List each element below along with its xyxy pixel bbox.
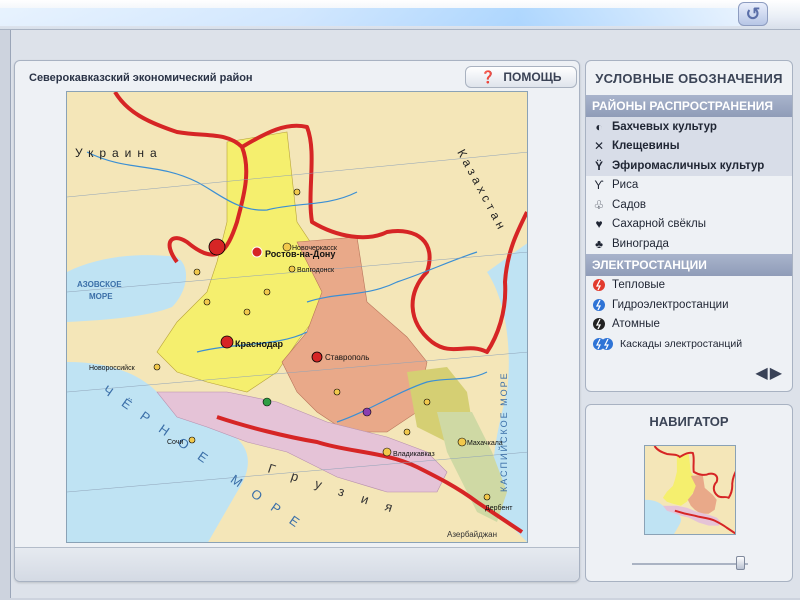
rice-icon: ϒ bbox=[594, 178, 604, 193]
arrow-right-icon[interactable]: ▶ bbox=[770, 363, 782, 383]
svg-text:Дербент: Дербент bbox=[485, 504, 513, 512]
svg-text:Ставрополь: Ставрополь bbox=[325, 353, 369, 362]
legend-item-castor[interactable]: ✕ Клещевины bbox=[586, 136, 792, 156]
legend-item-orchard[interactable]: ♧ Садов bbox=[586, 195, 792, 215]
help-button[interactable]: ❓ ПОМОЩЬ bbox=[465, 66, 577, 88]
power-section-header: ЭЛЕКТРОСТАНЦИИ bbox=[586, 253, 792, 276]
legend-item-nuclear[interactable]: Атомные bbox=[586, 315, 792, 335]
map-footer-bar bbox=[15, 547, 579, 581]
country-azerbaijan: Азербайджан bbox=[447, 530, 497, 539]
sugar-beet-icon: ♥ bbox=[595, 217, 603, 232]
grape-icon: ♣ bbox=[595, 236, 603, 251]
nuclear-plant-icon bbox=[592, 317, 606, 331]
undo-icon: ↺ bbox=[745, 3, 761, 24]
legend-item-grape[interactable]: ♣ Винограда bbox=[586, 234, 792, 254]
question-icon: ❓ bbox=[480, 70, 496, 84]
mini-map bbox=[645, 446, 735, 534]
castor-icon: ✕ bbox=[593, 139, 605, 154]
zoom-slider-track[interactable] bbox=[632, 563, 748, 565]
svg-text:Сочи: Сочи bbox=[167, 439, 183, 446]
legend-item-sugar-beet[interactable]: ♥ Сахарной свёклы bbox=[586, 215, 792, 235]
panel-title: Северокавказский экономический район bbox=[29, 72, 253, 84]
region-map: Украина Казахстан Грузия Азербайджан АЗО… bbox=[67, 92, 527, 542]
areas-section-header: РАЙОНЫ РАСПРОСТРАНЕНИЯ bbox=[586, 95, 792, 117]
country-ukraine: Украина bbox=[75, 146, 163, 160]
orchard-icon: ♧ bbox=[593, 197, 605, 212]
arrow-left-icon[interactable]: ◀ bbox=[755, 363, 767, 383]
navigator-panel: НАВИГАТОР bbox=[585, 404, 793, 582]
legend-item-rice[interactable]: ϒ Риса bbox=[586, 176, 792, 196]
svg-text:Махачкала: Махачкала bbox=[467, 440, 503, 447]
svg-text:Владикавказ: Владикавказ bbox=[393, 451, 435, 458]
svg-text:МОРЕ: МОРЕ bbox=[89, 292, 113, 301]
thermal-plant-icon bbox=[592, 278, 606, 292]
back-button[interactable]: ↺ bbox=[738, 2, 768, 26]
hydro-plant-icon bbox=[592, 298, 606, 312]
help-label: ПОМОЩЬ bbox=[503, 70, 562, 84]
legend-nav: ◀ ▶ bbox=[755, 363, 782, 383]
top-bar-glow bbox=[0, 8, 740, 26]
top-bar: ↺ bbox=[0, 0, 800, 30]
sea-caspian: КАСПИЙСКОЕ МОРЕ bbox=[498, 371, 509, 492]
map-panel: Северокавказский экономический район ❓ П… bbox=[14, 60, 580, 582]
svg-text:Новороссийск: Новороссийск bbox=[89, 364, 136, 372]
zoom-slider-handle[interactable] bbox=[736, 556, 745, 570]
navigator-title: НАВИГАТОР bbox=[649, 413, 729, 429]
cascade-icon bbox=[592, 337, 614, 351]
legend-item-essential-oil[interactable]: Ÿ Эфиромасличных культур bbox=[586, 156, 792, 176]
legend-item-melon[interactable]: ◐ Бахчевых культур bbox=[586, 117, 792, 137]
legend-item-hydro[interactable]: Гидроэлектростанции bbox=[586, 295, 792, 315]
map-view[interactable]: Украина Казахстан Грузия Азербайджан АЗО… bbox=[66, 91, 528, 543]
legend-title: УСЛОВНЫЕ ОБОЗНАЧЕНИЯ bbox=[595, 70, 783, 86]
essential-oil-icon: Ÿ bbox=[594, 158, 603, 173]
sea-azov: АЗОВСКОЕ bbox=[77, 280, 122, 289]
svg-text:Волгодонск: Волгодонск bbox=[297, 267, 335, 274]
legend-panel: УСЛОВНЫЕ ОБОЗНАЧЕНИЯ РАЙОНЫ РАСПРОСТРАНЕ… bbox=[585, 60, 793, 392]
legend-item-cascade[interactable]: Каскады электростанций bbox=[586, 334, 792, 354]
svg-text:Новочеркасск: Новочеркасск bbox=[292, 245, 338, 252]
svg-text:Краснодар: Краснодар bbox=[235, 339, 284, 349]
navigator-thumbnail[interactable] bbox=[644, 445, 736, 535]
melon-icon: ◐ bbox=[595, 119, 603, 134]
legend-item-thermal[interactable]: Тепловые bbox=[586, 276, 792, 296]
